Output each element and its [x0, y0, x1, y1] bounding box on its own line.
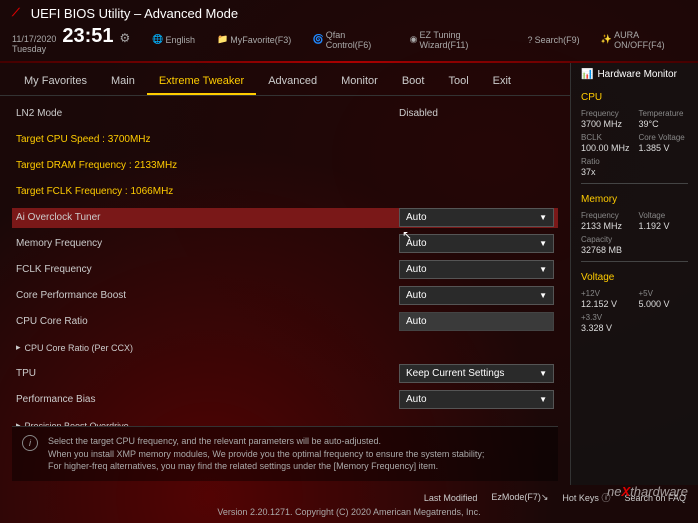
mem-freq: 2133 MHz	[581, 221, 631, 231]
ln2-value: Disabled	[399, 108, 554, 119]
datetime: 11/17/2020 Tuesday 23:51 ⚙	[12, 25, 130, 55]
cpu-core-ratio-ccx-row[interactable]: ▸ CPU Core Ratio (Per CCX)	[12, 338, 558, 358]
cpu-freq: 3700 MHz	[581, 119, 631, 129]
hardware-monitor-sidebar: 📊 Hardware Monitor CPU Frequency3700 MHz…	[570, 63, 698, 485]
core-boost-row[interactable]: Core Performance Boost Auto▼	[12, 286, 558, 306]
precision-boost-row[interactable]: ▸ Precision Boost Overdrive	[12, 416, 558, 426]
ai-overclock-dropdown[interactable]: Auto▼	[399, 208, 554, 227]
ai-overclock-row[interactable]: Ai Overclock Tuner Auto▼	[12, 208, 558, 228]
ln2-mode-row: LN2 Mode Disabled	[12, 104, 558, 124]
main-tabs: My Favorites Main Extreme Tweaker Advanc…	[0, 63, 570, 96]
expand-arrow-icon: ▸	[16, 342, 21, 353]
gear-icon[interactable]: ⚙	[120, 31, 131, 45]
core-boost-dropdown[interactable]: Auto▼	[399, 286, 554, 305]
cpu-ratio: 37x	[581, 167, 688, 177]
help-text: i Select the target CPU frequency, and t…	[12, 426, 558, 481]
mem-cap: 32768 MB	[581, 245, 688, 255]
tab-main[interactable]: Main	[99, 69, 147, 95]
last-modified-button[interactable]: Last Modified	[424, 493, 478, 503]
tpu-row[interactable]: TPU Keep Current Settings▼	[12, 364, 558, 384]
chevron-down-icon: ▼	[539, 395, 547, 404]
core-voltage: 1.385 V	[639, 143, 689, 153]
tab-my-favorites[interactable]: My Favorites	[12, 69, 99, 95]
v33: 3.328 V	[581, 323, 688, 333]
chevron-down-icon: ▼	[539, 239, 547, 248]
tab-extreme-tweaker[interactable]: Extreme Tweaker	[147, 69, 256, 95]
bios-title: UEFI BIOS Utility – Advanced Mode	[31, 6, 238, 21]
qfan-button[interactable]: 🌀 Qfan Control(F6)	[301, 30, 388, 50]
target-dram-row: Target DRAM Frequency : 2133MHz	[12, 156, 558, 176]
info-icon: i	[22, 435, 38, 451]
perf-bias-row[interactable]: Performance Bias Auto▼	[12, 390, 558, 410]
perf-bias-dropdown[interactable]: Auto▼	[399, 390, 554, 409]
search-button[interactable]: ? Search(F9)	[516, 35, 580, 45]
tpu-dropdown[interactable]: Keep Current Settings▼	[399, 364, 554, 383]
watermark: neXtnexthardwarehardware	[607, 484, 688, 499]
ln2-label: LN2 Mode	[16, 108, 399, 119]
ai-overclock-label: Ai Overclock Tuner	[16, 212, 399, 223]
tab-advanced[interactable]: Advanced	[256, 69, 329, 95]
tab-exit[interactable]: Exit	[481, 69, 523, 95]
hotkeys-button[interactable]: Hot Keys ⓘ	[562, 491, 610, 504]
cpu-section: CPU	[581, 92, 688, 103]
time: 23:51	[62, 25, 113, 48]
cpu-bclk: 100.00 MHz	[581, 143, 631, 153]
target-cpu-row: Target CPU Speed : 3700MHz	[12, 130, 558, 150]
cpu-temp: 39°C	[639, 119, 689, 129]
memory-freq-dropdown[interactable]: Auto▼	[399, 234, 554, 253]
fclk-freq-dropdown[interactable]: Auto▼	[399, 260, 554, 279]
cpu-core-ratio-field[interactable]: Auto	[399, 312, 554, 331]
target-fclk-row: Target FCLK Frequency : 1066MHz	[12, 182, 558, 202]
aura-button[interactable]: ✨ AURA ON/OFF(F4)	[590, 30, 686, 50]
myfavorite-button[interactable]: 📁 MyFavorite(F3)	[205, 34, 291, 45]
eztuning-button[interactable]: ◉ EZ Tuning Wizard(F11)	[398, 30, 505, 50]
ezmode-button[interactable]: EzMode(F7)↘	[491, 492, 548, 503]
memory-section: Memory	[581, 194, 688, 205]
version-text: Version 2.20.1271. Copyright (C) 2020 Am…	[12, 507, 686, 517]
mem-volt: 1.192 V	[639, 221, 689, 231]
chevron-down-icon: ▼	[539, 369, 547, 378]
fclk-freq-row[interactable]: FCLK Frequency Auto▼	[12, 260, 558, 280]
v5: 5.000 V	[639, 299, 689, 309]
language-selector[interactable]: 🌐 English	[140, 34, 195, 45]
day: Tuesday	[12, 45, 56, 55]
chevron-down-icon: ▼	[539, 291, 547, 300]
tab-tool[interactable]: Tool	[436, 69, 480, 95]
tab-boot[interactable]: Boot	[390, 69, 437, 95]
chevron-down-icon: ▼	[539, 213, 547, 222]
voltage-section: Voltage	[581, 272, 688, 283]
memory-freq-row[interactable]: Memory Frequency Auto▼	[12, 234, 558, 254]
cpu-core-ratio-row[interactable]: CPU Core Ratio Auto	[12, 312, 558, 332]
tab-monitor[interactable]: Monitor	[329, 69, 390, 95]
rog-logo: ⟋	[12, 7, 21, 20]
v12: 12.152 V	[581, 299, 631, 309]
chevron-down-icon: ▼	[539, 265, 547, 274]
hw-monitor-title: 📊 Hardware Monitor	[581, 69, 688, 80]
